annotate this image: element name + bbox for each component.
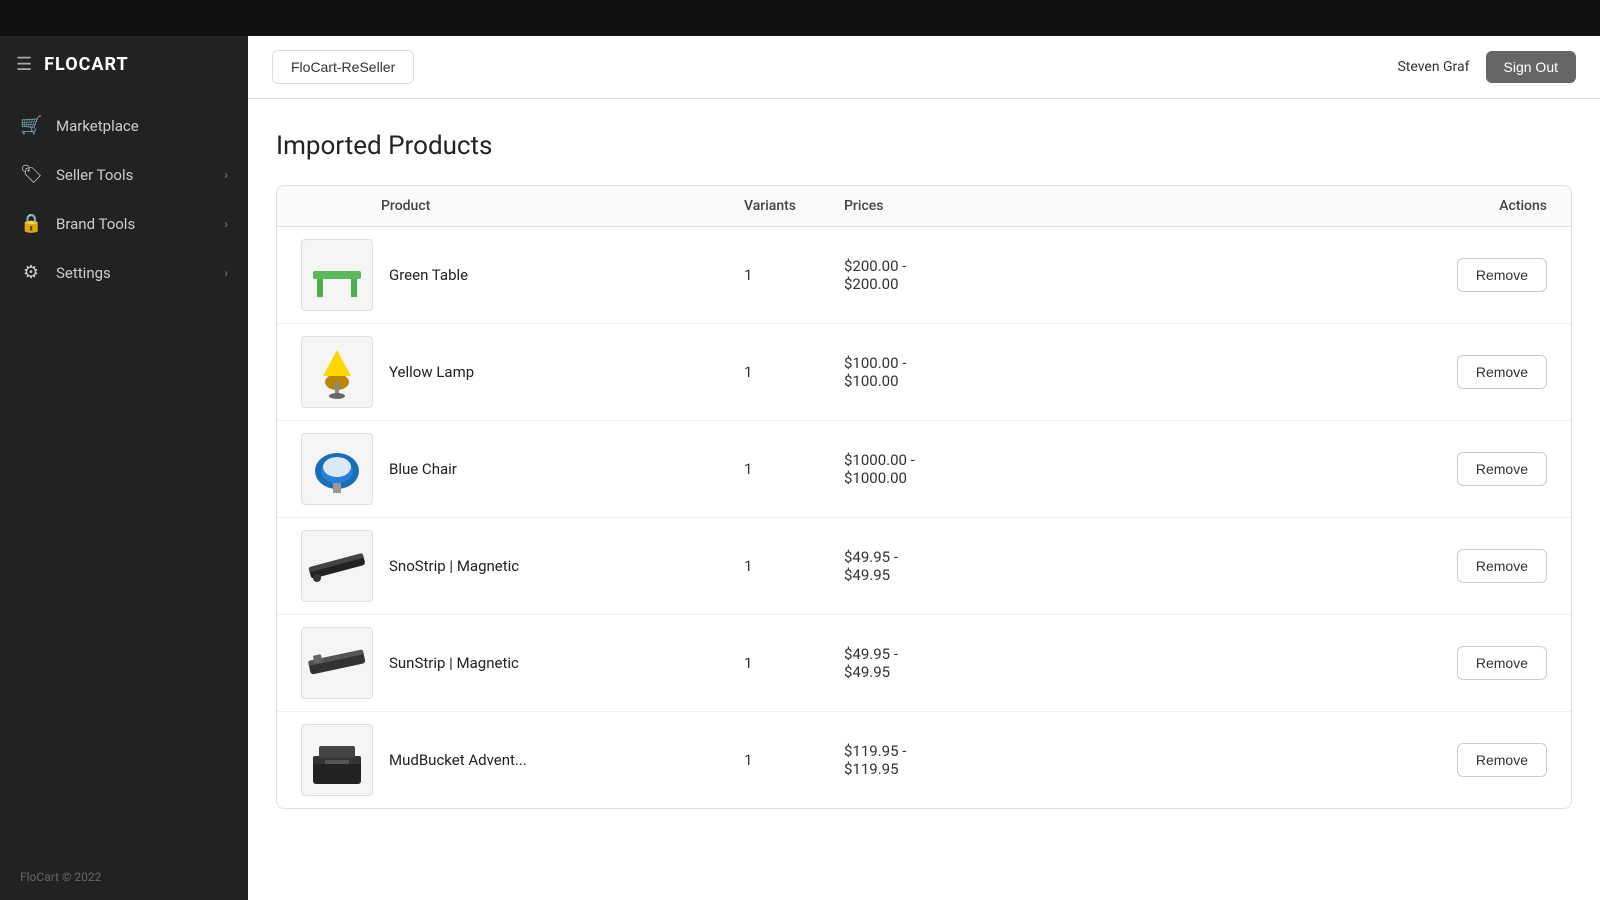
product-thumb <box>301 627 373 699</box>
variants-count: 1 <box>744 363 844 381</box>
variants-count: 1 <box>744 557 844 575</box>
main-header: FloCart-ReSeller Steven Graf Sign Out <box>248 36 1600 99</box>
product-name: SunStrip | Magnetic <box>381 654 744 672</box>
variants-count: 1 <box>744 751 844 769</box>
table-row: Green Table 1 $200.00 -$200.00 Remove <box>277 227 1571 324</box>
chevron-right-icon: › <box>224 217 228 231</box>
main-content: FloCart-ReSeller Steven Graf Sign Out Im… <box>248 36 1600 900</box>
table-row: Yellow Lamp 1 $100.00 -$100.00 Remove <box>277 324 1571 421</box>
price-range: $100.00 -$100.00 <box>844 354 1044 390</box>
table-row: MudBucket Advent... 1 $119.95 -$119.95 R… <box>277 712 1571 808</box>
price-range: $1000.00 -$1000.00 <box>844 451 1044 487</box>
top-bar <box>0 0 1600 36</box>
price-range: $49.95 -$49.95 <box>844 645 1044 681</box>
product-name: Green Table <box>381 266 744 284</box>
price-range: $119.95 -$119.95 <box>844 742 1044 778</box>
variants-count: 1 <box>744 460 844 478</box>
product-thumb <box>301 724 373 796</box>
product-thumb <box>301 239 373 311</box>
remove-button[interactable]: Remove <box>1457 743 1547 777</box>
sidebar-item-label: Settings <box>56 264 210 282</box>
table-header: Product Variants Prices Actions <box>277 186 1571 227</box>
seller-tools-icon: 🏷 <box>20 164 42 185</box>
remove-button[interactable]: Remove <box>1457 355 1547 389</box>
page-title: Imported Products <box>276 131 1572 161</box>
sidebar-item-label: Seller Tools <box>56 166 210 184</box>
price-range: $200.00 -$200.00 <box>844 257 1044 293</box>
remove-button[interactable]: Remove <box>1457 549 1547 583</box>
product-thumb <box>301 336 373 408</box>
sidebar-item-seller-tools[interactable]: 🏷 Seller Tools › <box>0 150 248 199</box>
user-name: Steven Graf <box>1397 59 1469 75</box>
variants-count: 1 <box>744 266 844 284</box>
sidebar-item-label: Brand Tools <box>56 215 210 233</box>
sidebar-item-marketplace[interactable]: 🛒 Marketplace <box>0 101 248 150</box>
sidebar-logo: FLOCART <box>44 54 129 75</box>
sign-out-button[interactable]: Sign Out <box>1486 51 1576 83</box>
product-thumb <box>301 433 373 505</box>
table-row: SunStrip | Magnetic 1 $49.95 -$49.95 Rem… <box>277 615 1571 712</box>
page-body: Imported Products Product Variants Price… <box>248 99 1600 900</box>
header-right: Steven Graf Sign Out <box>1397 51 1576 83</box>
sidebar-footer: FloCart © 2022 <box>0 854 248 900</box>
store-tab[interactable]: FloCart-ReSeller <box>272 50 414 84</box>
col-product: Product <box>381 198 744 214</box>
table-row: SnoStrip | Magnetic 1 $49.95 -$49.95 Rem… <box>277 518 1571 615</box>
variants-count: 1 <box>744 654 844 672</box>
remove-button[interactable]: Remove <box>1457 646 1547 680</box>
sidebar-item-label: Marketplace <box>56 117 228 135</box>
products-table: Product Variants Prices Actions <box>276 185 1572 809</box>
product-name: SnoStrip | Magnetic <box>381 557 744 575</box>
sidebar-nav: 🛒 Marketplace 🏷 Seller Tools › 🔒 Brand T… <box>0 93 248 854</box>
col-actions: Actions <box>1407 198 1547 214</box>
product-name: Blue Chair <box>381 460 744 478</box>
product-name: MudBucket Advent... <box>381 751 744 769</box>
settings-icon: ⚙ <box>20 262 42 283</box>
col-variants: Variants <box>744 198 844 214</box>
brand-tools-icon: 🔒 <box>20 213 42 234</box>
chevron-right-icon: › <box>224 266 228 280</box>
col-empty <box>1044 198 1407 214</box>
col-prices: Prices <box>844 198 1044 214</box>
sidebar: ☰ FLOCART 🛒 Marketplace 🏷 Seller Tools ›… <box>0 36 248 900</box>
chevron-right-icon: › <box>224 168 228 182</box>
product-thumb <box>301 530 373 602</box>
sidebar-item-settings[interactable]: ⚙ Settings › <box>0 248 248 297</box>
price-range: $49.95 -$49.95 <box>844 548 1044 584</box>
remove-button[interactable]: Remove <box>1457 258 1547 292</box>
table-row: Blue Chair 1 $1000.00 -$1000.00 Remove <box>277 421 1571 518</box>
col-thumb <box>301 198 381 214</box>
sidebar-item-brand-tools[interactable]: 🔒 Brand Tools › <box>0 199 248 248</box>
marketplace-icon: 🛒 <box>20 115 42 136</box>
product-name: Yellow Lamp <box>381 363 744 381</box>
menu-icon[interactable]: ☰ <box>16 54 32 75</box>
remove-button[interactable]: Remove <box>1457 452 1547 486</box>
sidebar-header: ☰ FLOCART <box>0 36 248 93</box>
